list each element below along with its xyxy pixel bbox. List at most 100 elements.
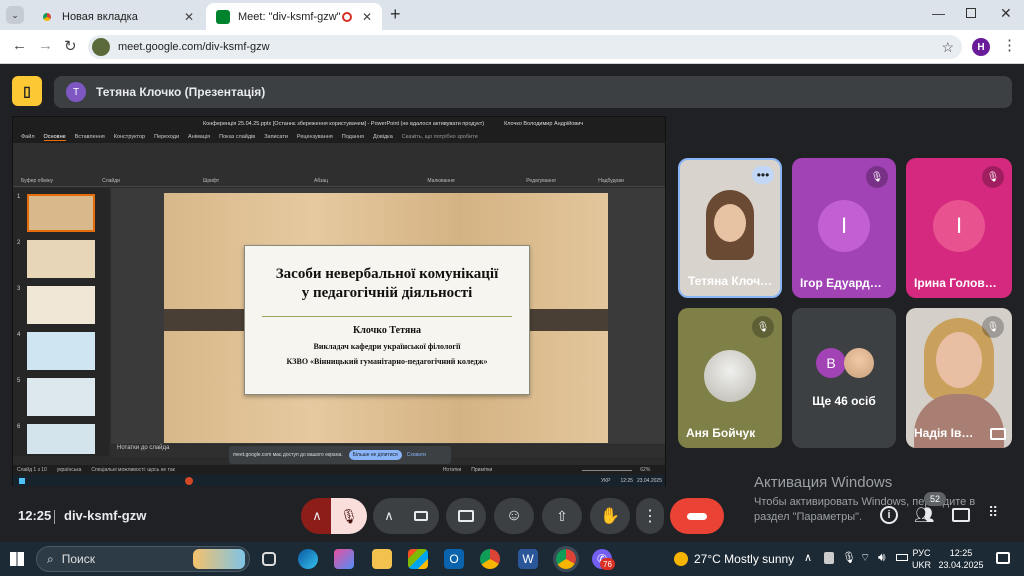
task-view-icon[interactable] — [262, 552, 276, 566]
ppt-menu-view[interactable]: Подання — [342, 134, 364, 140]
ppt-menu-file[interactable]: Файл — [21, 134, 35, 140]
present-icon: ⇧ — [556, 507, 568, 524]
tab-meet[interactable]: Meet: "div-ksmf-gzw" ✕ — [206, 3, 382, 30]
thumb-3[interactable] — [27, 286, 95, 324]
search-icon: ⌕ — [47, 551, 54, 566]
copilot-icon[interactable] — [334, 549, 354, 569]
url-text: meet.google.com/div-ksmf-gzw — [118, 41, 270, 53]
status-accessibility[interactable]: Спеціальні можливості: щось не так — [91, 467, 174, 473]
site-info-icon[interactable] — [92, 38, 110, 56]
more-options-icon[interactable]: ••• — [752, 166, 774, 184]
ppt-menu-insert[interactable]: Вставлення — [75, 134, 105, 140]
tab-search-button[interactable]: ⌄ — [6, 6, 24, 24]
chat-icon[interactable] — [952, 508, 970, 522]
ppt-menu-help[interactable]: Довідка — [373, 134, 393, 140]
mic-options-button[interactable]: ∧ — [301, 498, 333, 534]
outlook-icon[interactable]: O — [444, 549, 464, 569]
thumb-5[interactable] — [27, 378, 95, 416]
meet-logo-icon[interactable]: ▯ — [12, 76, 42, 106]
battery-icon[interactable] — [896, 554, 908, 561]
more-participants-tile[interactable]: B Ще 46 осіб — [792, 308, 896, 448]
participant-tile-iryna[interactable]: 🎙︎ I Ірина Голов… — [906, 158, 1012, 298]
network-icon[interactable]: ⌔ — [860, 551, 870, 565]
slide-author: Клочко Тетяна — [352, 325, 422, 336]
thumb-1[interactable] — [27, 194, 95, 232]
reload-icon[interactable]: ↻ — [64, 37, 77, 55]
menu-kebab-icon[interactable]: ⋮ — [1002, 36, 1017, 54]
thumb-2[interactable] — [27, 240, 95, 278]
present-screen-button[interactable]: ⇧ — [542, 498, 582, 534]
ppt-menu-home[interactable]: Основне — [43, 134, 66, 141]
taskbar-search-box[interactable]: ⌕ Поиск — [36, 546, 250, 572]
tab-new-tab[interactable]: Новая вкладка ✕ — [30, 3, 204, 30]
ppt-menu-transitions[interactable]: Переходи — [154, 134, 179, 140]
thumb-6[interactable] — [27, 424, 95, 454]
ppt-menu-animation[interactable]: Анімація — [188, 134, 210, 140]
ppt-tell-me[interactable]: Скажіть, що потрібно зробити — [402, 134, 478, 140]
chrome-profile-icon[interactable] — [553, 546, 579, 572]
back-icon[interactable]: ← — [12, 37, 27, 54]
status-comments-button[interactable]: Примітки — [471, 467, 492, 473]
chrome-icon[interactable] — [480, 549, 500, 569]
restore-icon[interactable] — [966, 8, 976, 18]
hide-notice-button[interactable]: Сховати — [407, 452, 426, 458]
thumb-number-3: 3 — [17, 286, 21, 292]
file-explorer-icon[interactable] — [372, 549, 392, 569]
word-icon[interactable]: W — [518, 549, 538, 569]
meeting-details-icon[interactable]: i — [880, 506, 898, 524]
profile-avatar[interactable]: H — [972, 38, 990, 56]
raise-hand-button[interactable]: ✋ — [590, 498, 630, 534]
taskbar-clock[interactable]: 12:25 23.04.2025 — [936, 547, 986, 571]
current-slide[interactable]: Засоби невербальної комунікації у педаго… — [164, 193, 608, 443]
inner-taskbar: УКР 12:25 23.04.2025 — [13, 475, 665, 486]
activities-icon[interactable]: ⠿ — [988, 504, 998, 521]
participant-tile-tetiana[interactable]: ••• Тетяна Клоч… — [678, 158, 782, 298]
captions-button[interactable] — [446, 498, 486, 534]
edge-icon[interactable] — [298, 549, 318, 569]
camera-options-button[interactable]: ∧ — [373, 498, 405, 534]
forward-icon[interactable]: → — [38, 37, 53, 54]
mic-toggle-button[interactable]: 🎙︎ — [331, 498, 367, 534]
store-icon[interactable] — [408, 549, 428, 569]
ppt-thumbnail-pane: 1 2 3 4 5 6 — [13, 188, 109, 456]
windows-start-icon[interactable] — [10, 552, 24, 566]
new-tab-button[interactable]: + — [390, 4, 401, 25]
reactions-button[interactable]: ☺ — [494, 498, 534, 534]
tray-mic-icon[interactable]: 🎙︎ — [842, 551, 856, 564]
ppt-menu-design[interactable]: Конструктор — [114, 134, 145, 140]
ppt-menu-slideshow[interactable]: Показ слайдів — [219, 134, 255, 140]
ppt-menu-review[interactable]: Рецензування — [297, 134, 333, 140]
notes-label: Нотатки до слайда — [117, 445, 170, 451]
volume-icon[interactable]: 🔊︎ — [878, 550, 886, 565]
input-language[interactable]: РУС UKR — [912, 547, 931, 571]
minimize-icon[interactable]: — — [932, 6, 945, 21]
bookmark-star-icon[interactable]: ☆ — [941, 39, 954, 56]
search-label: Поиск — [61, 552, 95, 566]
camera-toggle-button[interactable] — [403, 498, 439, 534]
participant-tile-nadiia[interactable]: 🎙︎ Надія Ів… — [906, 308, 1012, 448]
status-notes-button[interactable]: Нотатки — [443, 467, 461, 473]
lang-bottom: UKR — [912, 560, 932, 570]
inner-powerpoint-icon — [185, 476, 193, 485]
thumb-4[interactable] — [27, 332, 95, 370]
ppt-menu-record[interactable]: Записати — [264, 134, 288, 140]
leave-call-button[interactable] — [670, 498, 724, 534]
participants-icon[interactable]: 👥︎ — [914, 505, 934, 525]
zoom-level[interactable]: 62% — [640, 467, 650, 473]
address-bar[interactable]: meet.google.com/div-ksmf-gzw ☆ — [88, 35, 962, 59]
tray-chevron-icon[interactable]: ∧ — [804, 551, 812, 564]
close-icon[interactable]: ✕ — [184, 10, 194, 24]
participant-tile-anya[interactable]: 🎙︎ Аня Бойчук — [678, 308, 782, 448]
notifications-icon[interactable] — [996, 552, 1010, 564]
tray-app-icon[interactable] — [824, 552, 834, 564]
pip-icon[interactable] — [990, 428, 1006, 440]
stop-sharing-button[interactable]: Більше не ділитися — [348, 450, 402, 460]
slide-band-right — [520, 309, 608, 331]
more-options-button[interactable]: ⋮ — [636, 498, 664, 534]
weather-widget[interactable]: 27°C Mostly sunny — [674, 552, 794, 566]
participant-tile-ihor[interactable]: 🎙︎ I Ігор Едуард… — [792, 158, 896, 298]
zoom-slider[interactable] — [582, 469, 633, 471]
participant-name: Тетяна Клоч… — [688, 274, 773, 288]
close-window-icon[interactable]: ✕ — [1000, 5, 1012, 22]
close-icon[interactable]: ✕ — [362, 10, 372, 24]
